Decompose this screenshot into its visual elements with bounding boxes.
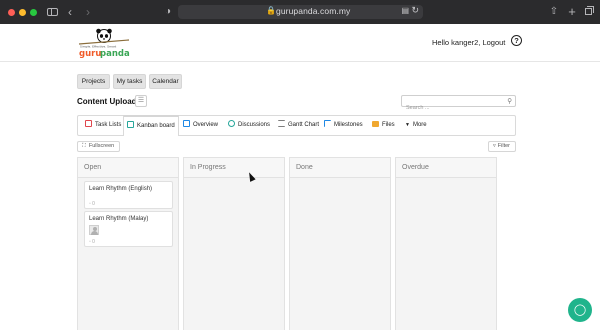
translate-icon[interactable]: ▤ bbox=[401, 6, 409, 15]
logo-text-guru: guru bbox=[79, 49, 101, 58]
kanban-column-done[interactable]: Done bbox=[289, 157, 391, 330]
zoom-window-button[interactable] bbox=[30, 9, 37, 16]
filter-button[interactable]: ▿ Filter bbox=[488, 141, 516, 152]
my-tasks-button[interactable]: My tasks bbox=[113, 74, 146, 89]
kanban-column-in-progress[interactable]: In Progress bbox=[183, 157, 285, 330]
address-bar[interactable]: 🔒 gurupanda.com.my ▤ ↻ bbox=[178, 5, 423, 19]
project-settings-icon[interactable]: ☰ bbox=[135, 95, 147, 107]
discussions-icon bbox=[228, 120, 235, 127]
comment-icon: ▫ bbox=[89, 201, 91, 207]
url-text: gurupanda.com.my bbox=[276, 6, 351, 16]
task-card[interactable]: Learn Rhythm (Malay) ▫ 0 bbox=[84, 211, 173, 247]
minimize-window-button[interactable] bbox=[19, 9, 26, 16]
tab-label: Overview bbox=[193, 122, 219, 128]
tab-gantt-chart[interactable]: Gantt Chart bbox=[278, 116, 319, 135]
tab-discussions[interactable]: Discussions bbox=[228, 116, 270, 135]
tab-kanban-board[interactable]: Kanban board bbox=[123, 115, 179, 136]
tab-task-lists[interactable]: Task Lists bbox=[85, 116, 121, 135]
tab-overview[interactable]: Overview bbox=[183, 116, 218, 135]
column-header: Done bbox=[290, 158, 390, 178]
search-input[interactable] bbox=[402, 103, 502, 113]
page-title: Content Upload bbox=[77, 97, 137, 106]
sidebar-toggle-icon[interactable] bbox=[46, 4, 60, 20]
tab-milestones[interactable]: Milestones bbox=[324, 116, 363, 135]
fullscreen-button[interactable]: ⛶ Fullscreen bbox=[77, 141, 120, 152]
tab-label: Milestones bbox=[334, 122, 363, 128]
tab-label: Gantt Chart bbox=[288, 122, 320, 128]
gantt-icon bbox=[278, 120, 285, 127]
task-meta: ▫ 0 bbox=[89, 201, 95, 207]
reload-icon[interactable]: ↻ bbox=[411, 5, 419, 16]
browser-toolbar: ‹ › ◑ 🔒 gurupanda.com.my ▤ ↻ ⇧ + bbox=[0, 0, 600, 24]
forward-icon[interactable]: › bbox=[82, 4, 94, 20]
fullscreen-label: Fullscreen bbox=[88, 143, 115, 149]
overview-icon bbox=[183, 120, 190, 127]
tab-label: More bbox=[412, 122, 427, 128]
column-header: Overdue bbox=[396, 158, 496, 178]
chat-icon: ◯ bbox=[573, 304, 587, 316]
column-header: Open bbox=[78, 158, 178, 178]
assignee-avatar[interactable] bbox=[89, 225, 99, 235]
comment-icon: ▫ bbox=[89, 239, 91, 245]
task-meta: ▫ 0 bbox=[89, 239, 95, 245]
milestones-icon bbox=[324, 120, 331, 127]
filter-icon: ▿ bbox=[493, 143, 496, 149]
gurupanda-logo[interactable]: Simple. Effective. Smart guru panda bbox=[77, 28, 131, 58]
tab-more[interactable]: ▼ More bbox=[405, 116, 427, 135]
tab-label: Discussions bbox=[238, 122, 271, 128]
kanban-icon bbox=[127, 121, 134, 128]
kanban-column-open[interactable]: Open Learn Rhythm (English) ▫ 0 Learn Rh… bbox=[77, 157, 179, 330]
tab-label: Files bbox=[382, 122, 395, 128]
back-icon[interactable]: ‹ bbox=[64, 4, 76, 20]
search-box[interactable]: ⚲ bbox=[401, 95, 516, 113]
user-greeting-logout[interactable]: Hello kanger2, Logout bbox=[432, 38, 505, 47]
chevron-down-icon: ▼ bbox=[405, 122, 410, 128]
lock-icon: 🔒 bbox=[266, 6, 276, 15]
folder-icon bbox=[372, 121, 379, 127]
project-tabs: Task Lists Kanban board Overview Discuss… bbox=[77, 115, 516, 136]
tab-files[interactable]: Files bbox=[372, 116, 395, 135]
comment-count: 0 bbox=[92, 239, 95, 245]
tab-label: Kanban board bbox=[137, 123, 175, 129]
logo-tagline: Simple. Effective. Smart bbox=[80, 45, 117, 49]
kanban-column-overdue[interactable]: Overdue bbox=[395, 157, 497, 330]
task-title: Learn Rhythm (English) bbox=[89, 186, 153, 192]
chat-support-button[interactable]: ◯ bbox=[568, 298, 592, 322]
tab-overview-icon[interactable] bbox=[583, 4, 595, 20]
logo-text-panda: panda bbox=[100, 49, 130, 58]
filter-label: Filter bbox=[497, 143, 510, 149]
column-header: In Progress bbox=[184, 158, 284, 178]
close-window-button[interactable] bbox=[8, 9, 15, 16]
task-title: Learn Rhythm (Malay) bbox=[89, 216, 149, 222]
search-icon[interactable]: ⚲ bbox=[507, 97, 512, 105]
expand-icon: ⛶ bbox=[82, 143, 86, 149]
privacy-shield-icon[interactable]: ◑ bbox=[163, 4, 173, 20]
tab-label: Task Lists bbox=[95, 122, 122, 128]
new-tab-icon[interactable]: + bbox=[566, 4, 578, 20]
projects-button[interactable]: Projects bbox=[77, 74, 110, 89]
task-card[interactable]: Learn Rhythm (English) ▫ 0 bbox=[84, 181, 173, 209]
help-icon[interactable]: ? bbox=[511, 35, 522, 46]
share-icon[interactable]: ⇧ bbox=[548, 4, 560, 20]
calendar-button[interactable]: Calendar bbox=[149, 74, 182, 89]
comment-count: 0 bbox=[92, 201, 95, 207]
task-lists-icon bbox=[85, 120, 92, 127]
